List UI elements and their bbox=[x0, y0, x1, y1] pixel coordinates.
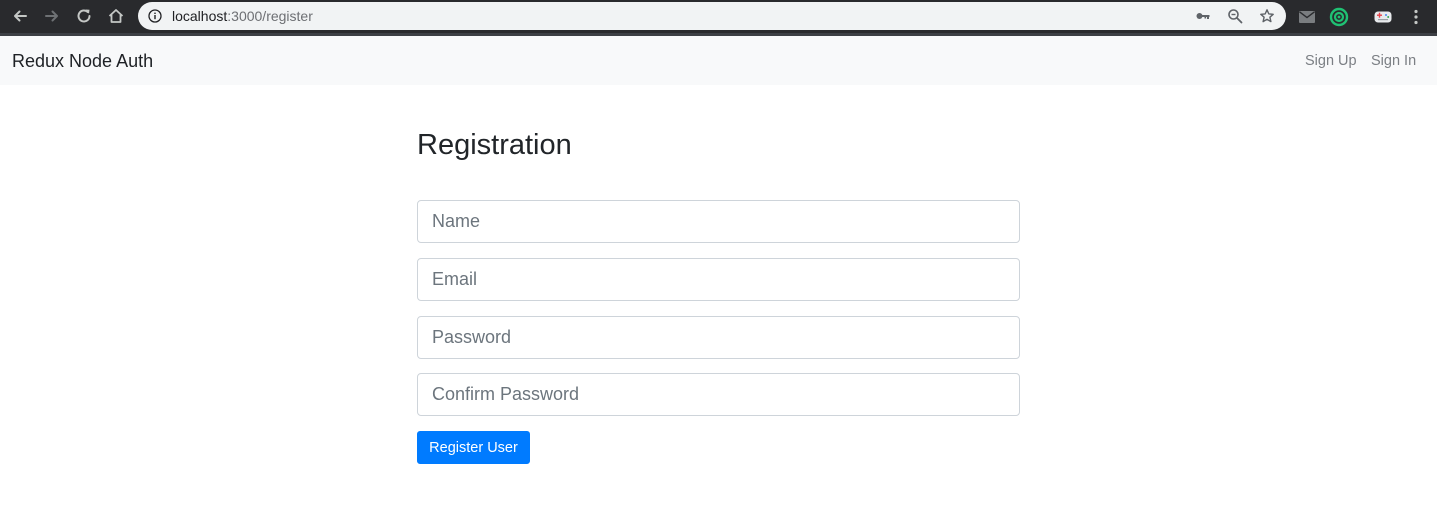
home-icon bbox=[108, 9, 124, 23]
gamepad-icon[interactable] bbox=[1373, 7, 1393, 27]
confirm-password-field[interactable] bbox=[417, 373, 1020, 416]
nav-sign-up-link[interactable]: Sign Up bbox=[1305, 53, 1357, 69]
browser-toolbar: localhost:3000/register bbox=[0, 0, 1437, 36]
name-field[interactable] bbox=[417, 200, 1020, 243]
url-path: :3000/register bbox=[227, 8, 313, 24]
email-field[interactable] bbox=[417, 258, 1020, 301]
nav-sign-in-link[interactable]: Sign In bbox=[1371, 53, 1416, 69]
password-field[interactable] bbox=[417, 316, 1020, 359]
target-icon[interactable] bbox=[1329, 7, 1349, 27]
brand-link[interactable]: Redux Node Auth bbox=[12, 51, 153, 72]
reload-button[interactable] bbox=[72, 4, 96, 28]
info-icon[interactable] bbox=[148, 9, 162, 23]
home-button[interactable] bbox=[104, 4, 128, 28]
app-navbar: Redux Node Auth Sign Up Sign In bbox=[0, 36, 1437, 85]
register-user-button[interactable]: Register User bbox=[417, 431, 530, 464]
more-vertical-icon[interactable] bbox=[1406, 7, 1426, 27]
reload-icon bbox=[77, 9, 91, 23]
forward-button[interactable] bbox=[40, 4, 64, 28]
url-host: localhost bbox=[172, 8, 228, 24]
mail-icon[interactable] bbox=[1297, 7, 1317, 27]
key-icon[interactable] bbox=[1195, 8, 1211, 24]
zoom-icon[interactable] bbox=[1227, 8, 1243, 24]
address-bar[interactable]: localhost:3000/register bbox=[138, 2, 1286, 30]
page-title: Registration bbox=[417, 129, 572, 161]
back-button[interactable] bbox=[8, 4, 32, 28]
back-arrow-icon bbox=[14, 10, 27, 22]
forward-arrow-icon bbox=[45, 10, 58, 22]
url-text[interactable]: localhost:3000/register bbox=[172, 8, 313, 24]
star-icon[interactable] bbox=[1259, 8, 1275, 24]
